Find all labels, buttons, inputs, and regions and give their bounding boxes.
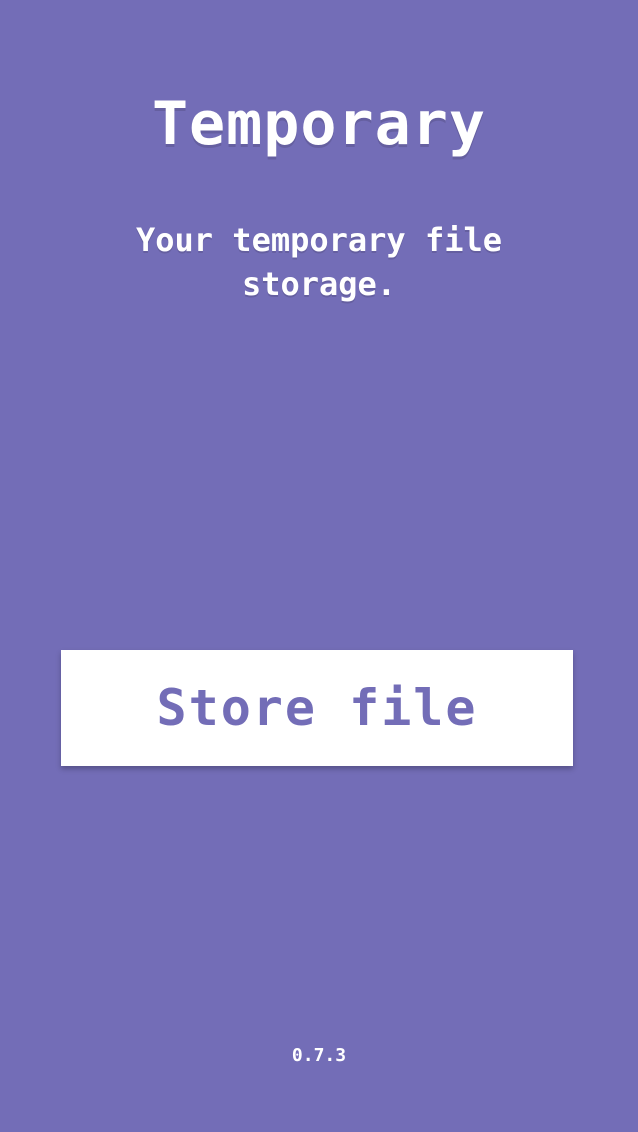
- store-file-button-label: Store file: [156, 679, 478, 737]
- store-file-button[interactable]: Store file: [61, 650, 573, 766]
- app-title: Temporary: [151, 89, 487, 159]
- version-label: 0.7.3: [291, 1045, 347, 1066]
- app-subtitle: Your temporary file storage.: [135, 221, 503, 303]
